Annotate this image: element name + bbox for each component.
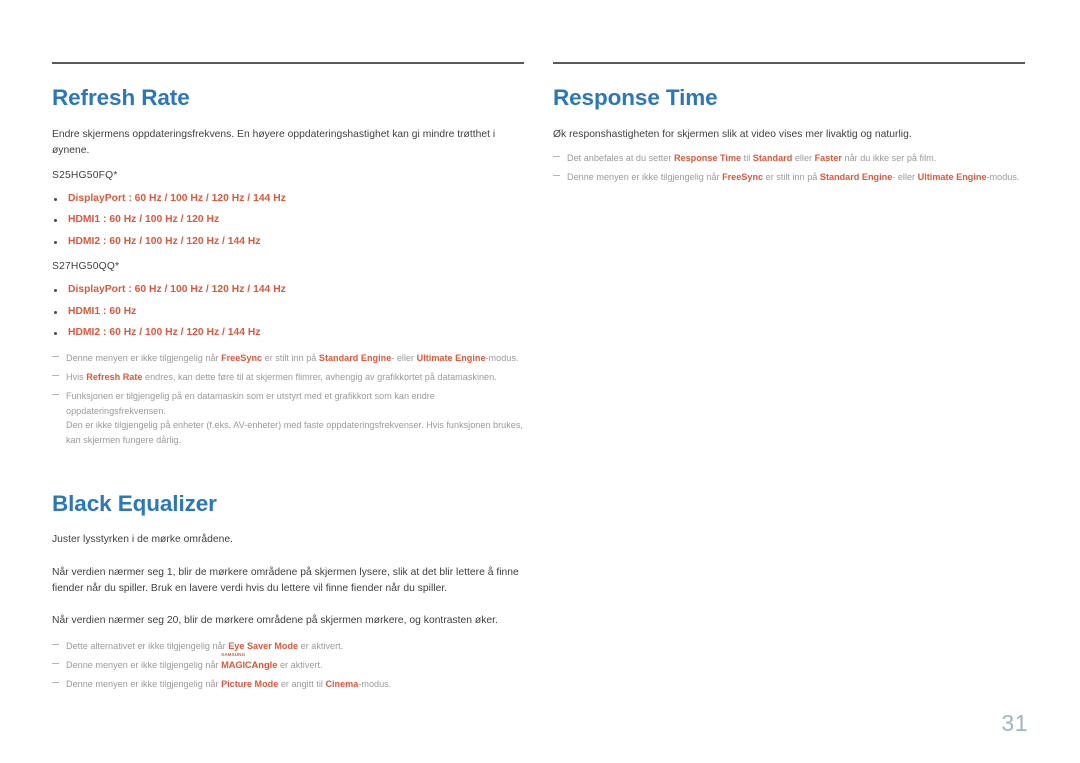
note-text: -modus. <box>485 353 519 364</box>
note-highlight-picture-mode: Picture Mode <box>221 679 279 690</box>
note-text: Denne menyen er ikke tilgjengelig når <box>66 660 222 671</box>
note-picture-mode-cinema: Denne menyen er ikke tilgjengelig når Pi… <box>52 677 524 692</box>
manual-page: Refresh Rate Endre skjermens oppdatering… <box>0 0 1080 763</box>
note-graphics-card-support: Funksjonen er tilgjengelig på en datamas… <box>52 389 524 448</box>
note-text: -modus. <box>358 679 392 690</box>
note-highlight-eye-saver-mode: Eye Saver Mode <box>228 641 299 652</box>
note-highlight-standard-engine: Standard Engine <box>318 353 392 364</box>
note-response-time-recommendation: Det anbefales at du setter Response Time… <box>553 151 1025 166</box>
model-label-s27hg50qq: S27HG50QQ* <box>52 261 120 273</box>
section-rule-refresh-rate <box>52 62 524 64</box>
note-text: endres, kan dette føre til at skjermen f… <box>142 372 497 383</box>
note-highlight-standard-engine: Standard Engine <box>819 171 893 182</box>
note-text: Det anbefales at du setter <box>567 153 674 164</box>
page-number: 31 <box>1001 710 1028 736</box>
response-time-notes: Det anbefales at du setter Response Time… <box>553 151 1025 184</box>
note-text: - eller <box>391 353 417 364</box>
black-equalizer-para-2: Når verdien nærmer seg 1, blir de mørker… <box>52 566 519 594</box>
refresh-rate-notes: Denne menyen er ikke tilgjengelig når Fr… <box>52 351 524 447</box>
samsung-wordmark: SAMSUNG <box>221 651 246 657</box>
note-text: Hvis <box>66 372 87 383</box>
note-magic-angle: Denne menyen er ikke tilgjengelig når SA… <box>52 652 524 673</box>
right-column: Response Time Øk responshastigheten for … <box>553 62 1025 692</box>
left-column: Refresh Rate Endre skjermens oppdatering… <box>52 62 524 692</box>
page-title-response-time: Response Time <box>553 85 718 110</box>
magic-wordmark: MAGIC <box>221 660 252 671</box>
note-text: -modus. <box>986 171 1020 182</box>
note-refresh-rate-flicker: Hvis Refresh Rate endres, kan dette føre… <box>52 370 524 385</box>
response-time-intro: Øk responshastigheten for skjermen slik … <box>553 128 912 140</box>
note-highlight-response-time: Response Time <box>673 153 742 164</box>
section-rule-response-time <box>553 62 1025 64</box>
note-highlight-faster: Faster <box>814 153 842 164</box>
note-text: Denne menyen er ikke tilgjengelig når <box>66 679 222 690</box>
refresh-rate-options-s25hg50fq: DisplayPort : 60 Hz / 100 Hz / 120 Hz / … <box>52 192 524 251</box>
black-equalizer-para-1: Juster lysstyrken i de mørke områdene. <box>52 534 234 546</box>
refresh-rate-options-s27hg50qq: DisplayPort : 60 Hz / 100 Hz / 120 Hz / … <box>52 283 524 342</box>
list-item: DisplayPort : 60 Hz / 100 Hz / 120 Hz / … <box>52 192 524 207</box>
note-text: er stilt inn på <box>262 353 319 364</box>
angle-wordmark: Angle <box>251 660 278 671</box>
note-highlight-ultimate-engine: Ultimate Engine <box>416 353 486 364</box>
list-item: HDMI1 : 60 Hz / 100 Hz / 120 Hz <box>52 213 524 228</box>
note-text: er aktivert. <box>298 641 344 652</box>
note-eye-saver-mode: Dette alternativet er ikke tilgjengelig … <box>52 639 524 654</box>
note-text: er angitt til <box>278 679 326 690</box>
samsung-magic-angle-logo: SAMSUNG MAGICAngle <box>221 652 278 673</box>
page-title-refresh-rate: Refresh Rate <box>52 85 190 110</box>
note-text: Denne menyen er ikke tilgjengelig når <box>567 171 723 182</box>
note-text: når du ikke ser på film. <box>841 153 937 164</box>
note-highlight-cinema: Cinema <box>325 679 359 690</box>
note-text: er stilt inn på <box>763 171 820 182</box>
note-highlight-refresh-rate: Refresh Rate <box>86 372 143 383</box>
note-text: til <box>741 153 753 164</box>
note-highlight-standard: Standard <box>752 153 793 164</box>
note-freesync-engine: Denne menyen er ikke tilgjengelig når Fr… <box>52 351 524 366</box>
model-label-s25hg50fq: S25HG50FQ* <box>52 170 118 182</box>
list-item: HDMI2 : 60 Hz / 100 Hz / 120 Hz / 144 Hz <box>52 235 524 250</box>
note-text: Dette alternativet er ikke tilgjengelig … <box>66 641 229 652</box>
note-text: eller <box>792 153 815 164</box>
note-response-time-freesync: Denne menyen er ikke tilgjengelig når Fr… <box>553 170 1025 185</box>
refresh-rate-intro: Endre skjermens oppdateringsfrekvens. En… <box>52 128 496 157</box>
note-text-line-1: Funksjonen er tilgjengelig på en datamas… <box>66 390 435 416</box>
note-text: er aktivert. <box>277 660 323 671</box>
list-item: DisplayPort : 60 Hz / 100 Hz / 120 Hz / … <box>52 283 524 298</box>
note-text: - eller <box>892 171 918 182</box>
black-equalizer-notes: Dette alternativet er ikke tilgjengelig … <box>52 639 524 691</box>
note-highlight-freesync: FreeSync <box>221 353 263 364</box>
list-item: HDMI1 : 60 Hz <box>52 305 524 320</box>
black-equalizer-para-3: Når verdien nærmer seg 20, blir de mørke… <box>52 615 498 627</box>
note-highlight-freesync: FreeSync <box>722 171 764 182</box>
page-title-black-equalizer: Black Equalizer <box>52 490 217 516</box>
note-text-line-2: Den er ikke tilgjengelig på enheter (f.e… <box>66 420 523 445</box>
two-column-layout: Refresh Rate Endre skjermens oppdatering… <box>52 62 1026 692</box>
list-item: HDMI2 : 60 Hz / 100 Hz / 120 Hz / 144 Hz <box>52 326 524 341</box>
note-text: Denne menyen er ikke tilgjengelig når <box>66 353 222 364</box>
note-highlight-ultimate-engine: Ultimate Engine <box>917 171 987 182</box>
